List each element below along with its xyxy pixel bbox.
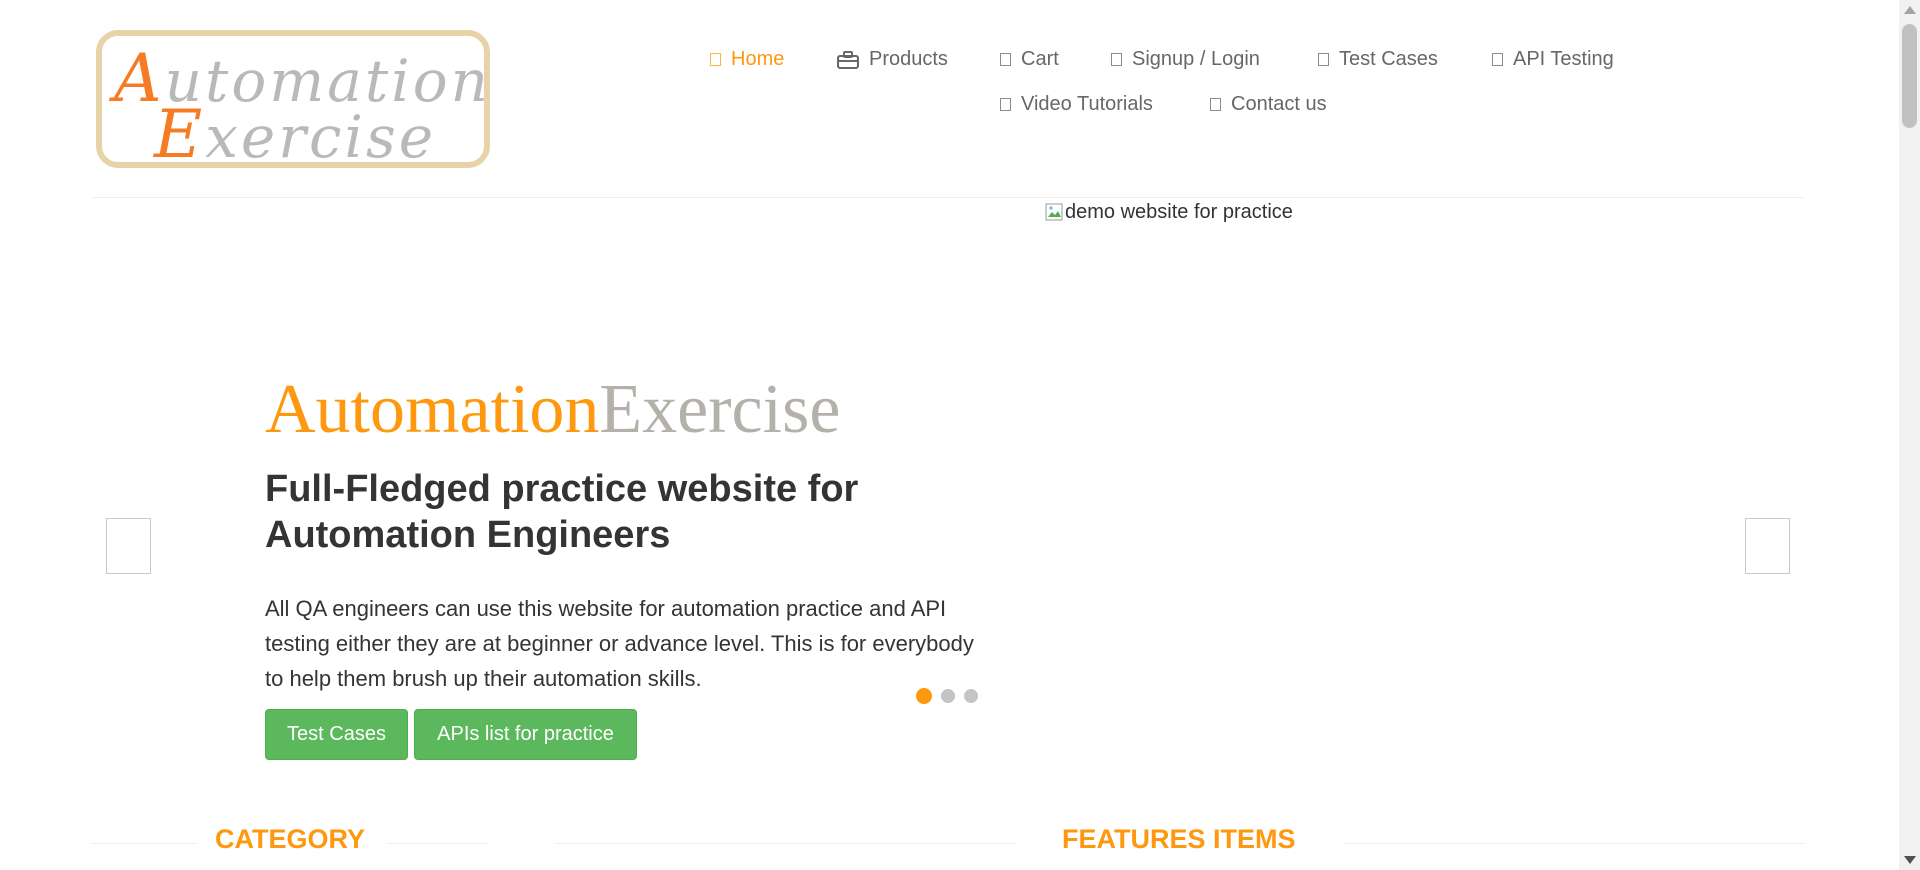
slider-image-alt: demo website for practice: [1065, 201, 1293, 223]
category-line-right: [388, 843, 488, 844]
nav-signup-login[interactable]: Signup / Login: [1111, 48, 1260, 71]
list-icon: [1492, 53, 1503, 66]
youtube-icon: [1000, 98, 1011, 111]
slider-indicators: [916, 688, 978, 704]
nav-cart[interactable]: Cart: [1000, 48, 1059, 71]
broken-image-icon: [1045, 203, 1065, 223]
briefcase-icon: [837, 50, 859, 69]
slider-title: AutomationExercise: [265, 371, 841, 448]
nav-contact-us[interactable]: Contact us: [1210, 93, 1327, 116]
lock-icon: [1111, 53, 1122, 66]
slider-prev-button[interactable]: [106, 518, 151, 574]
nav-cart-label: Cart: [1021, 48, 1059, 70]
scroll-up-icon[interactable]: [1904, 6, 1916, 14]
features-title: FEATURES ITEMS: [1062, 824, 1296, 854]
nav-products-label: Products: [869, 48, 948, 70]
header-divider: [92, 197, 1804, 198]
envelope-icon: [1210, 98, 1221, 111]
nav-api-testing-label: API Testing: [1513, 48, 1614, 70]
nav-video-tutorials[interactable]: Video Tutorials: [1000, 93, 1153, 116]
site-logo[interactable]: Automation Exercise: [96, 30, 490, 173]
nav-contact-label: Contact us: [1231, 93, 1327, 115]
nav-home-label: Home: [731, 48, 785, 70]
list-icon: [1318, 53, 1329, 66]
slider-subtitle: Full-Fledged practice website for Automa…: [265, 468, 859, 556]
category-line-left: [92, 843, 196, 844]
features-line-right: [1345, 843, 1805, 844]
slider-dot-1[interactable]: [916, 688, 932, 704]
scroll-down-icon[interactable]: [1904, 856, 1916, 864]
nav-video-label: Video Tutorials: [1021, 93, 1153, 115]
vertical-scrollbar[interactable]: [1899, 0, 1920, 870]
test-cases-button[interactable]: Test Cases: [265, 709, 408, 760]
nav-signup-label: Signup / Login: [1132, 48, 1260, 70]
apis-list-button[interactable]: APIs list for practice: [414, 709, 637, 760]
cart-icon: [1000, 53, 1011, 66]
slider-image: demo website for practice: [1045, 201, 1293, 224]
scroll-thumb[interactable]: [1902, 24, 1917, 128]
category-title: CATEGORY: [215, 824, 366, 854]
nav-test-cases[interactable]: Test Cases: [1318, 48, 1438, 71]
nav-test-cases-label: Test Cases: [1339, 48, 1438, 70]
nav-home[interactable]: Home: [710, 48, 784, 71]
slider-dot-3[interactable]: [964, 689, 978, 703]
main-nav: Home Products Cart Signup / Login Test C…: [700, 40, 1660, 140]
nav-api-testing[interactable]: API Testing: [1492, 48, 1614, 71]
features-line-left: [555, 843, 1015, 844]
nav-products[interactable]: Products: [837, 48, 948, 71]
slider-description: All QA engineers can use this website fo…: [265, 596, 974, 691]
slider-dot-2[interactable]: [941, 689, 955, 703]
logo-line-2: Exercise: [154, 96, 437, 173]
slider-next-button[interactable]: [1745, 518, 1790, 574]
page: Automation Exercise Home Products Cart S…: [0, 0, 1899, 870]
home-icon: [710, 53, 721, 66]
